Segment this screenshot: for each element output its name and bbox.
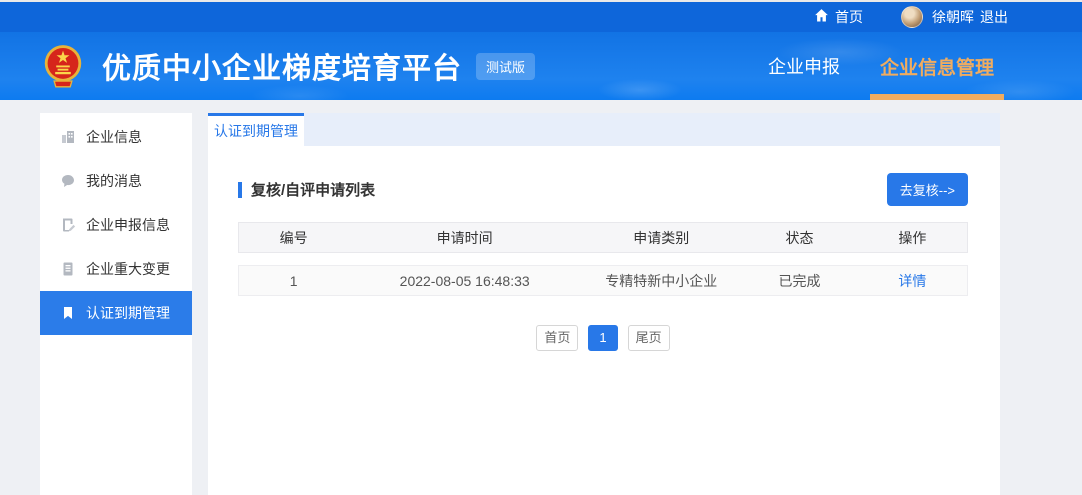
cell-category: 专精特新中小企业 (605, 272, 718, 289)
tab-certification-expiry[interactable]: 认证到期管理 (208, 113, 304, 146)
app-window: 首页 徐朝晖 退出 优质中小企业梯度培育平台 测试版 企业申报 企业信息管理 企… (0, 0, 1082, 495)
sidebar-item-certification-expiry[interactable]: 认证到期管理 (40, 291, 192, 335)
section-header: 复核/自评申请列表 去复核--> (238, 173, 968, 206)
sidebar-item-enterprise-info[interactable]: 企业信息 (40, 115, 192, 159)
sidebar-item-major-changes[interactable]: 企业重大变更 (40, 247, 192, 291)
topbar-user[interactable]: 徐朝晖 退出 (901, 6, 1008, 28)
sidebar: 企业信息 我的消息 企业申报信息 企业重大变更 认证到期管理 (40, 113, 192, 495)
detail-link[interactable]: 详情 (898, 273, 926, 289)
user-avatar (901, 6, 923, 28)
header-nav: 企业申报 企业信息管理 (768, 32, 1005, 100)
sidebar-item-label: 认证到期管理 (86, 305, 170, 321)
pagination-last-button[interactable]: 尾页 (627, 325, 670, 351)
sidebar-item-label: 企业重大变更 (86, 261, 170, 277)
sidebar-item-my-messages[interactable]: 我的消息 (40, 159, 192, 203)
column-header-status: 状态 (785, 229, 814, 246)
username: 徐朝晖 (932, 9, 974, 25)
table-header-row: 编号 申请时间 申请类别 状态 操作 (238, 222, 968, 253)
national-emblem-icon (38, 41, 88, 91)
nav-enterprise-declare[interactable]: 企业申报 (768, 32, 840, 100)
message-icon (60, 173, 76, 189)
page-body: 企业信息 我的消息 企业申报信息 企业重大变更 认证到期管理 认证到期管理 复核… (0, 100, 1082, 495)
brand-header: 优质中小企业梯度培育平台 测试版 企业申报 企业信息管理 (0, 32, 1082, 100)
topbar-home-label: 首页 (835, 9, 863, 25)
declare-doc-icon (60, 217, 76, 233)
pagination-current-page[interactable]: 1 (588, 325, 618, 351)
sidebar-item-declaration-info[interactable]: 企业申报信息 (40, 203, 192, 247)
beta-badge: 测试版 (476, 52, 536, 80)
content-inner: 复核/自评申请列表 去复核--> 编号 申请时间 申请类别 状态 操作 1 20… (208, 146, 1000, 351)
tab-strip: 认证到期管理 (208, 113, 1000, 146)
cell-no: 1 (289, 272, 298, 289)
content-panel: 认证到期管理 复核/自评申请列表 去复核--> 编号 申请时间 申请类别 状态 … (208, 113, 1000, 495)
bookmark-icon (60, 305, 76, 321)
topbar: 首页 徐朝晖 退出 (0, 0, 1082, 32)
sidebar-item-label: 企业申报信息 (86, 217, 170, 233)
platform-title: 优质中小企业梯度培育平台 (102, 53, 463, 85)
building-icon (60, 129, 76, 145)
pagination-first-button[interactable]: 首页 (536, 325, 579, 351)
sidebar-item-label: 我的消息 (86, 173, 142, 189)
title-accent-bar (238, 181, 242, 198)
cell-apply-time: 2022-08-05 16:48:33 (399, 272, 530, 289)
pagination: 首页 1 尾页 (238, 325, 968, 351)
applications-table: 编号 申请时间 申请类别 状态 操作 1 2022-08-05 16:48:33… (238, 222, 968, 296)
logout-link[interactable]: 退出 (980, 7, 1008, 27)
topbar-home-link[interactable]: 首页 (814, 7, 863, 27)
change-doc-icon (60, 261, 76, 277)
sidebar-item-label: 企业信息 (86, 129, 142, 145)
column-header-action: 操作 (898, 229, 927, 246)
column-header-apply-time: 申请时间 (436, 229, 493, 246)
go-review-button[interactable]: 去复核--> (886, 173, 968, 206)
home-icon (814, 8, 829, 26)
cell-status: 已完成 (778, 272, 821, 289)
table-row: 1 2022-08-05 16:48:33 专精特新中小企业 已完成 详情 (238, 265, 968, 296)
section-title: 复核/自评申请列表 (251, 182, 376, 199)
nav-enterprise-info-mgmt[interactable]: 企业信息管理 (869, 32, 1005, 100)
column-header-category: 申请类别 (633, 229, 690, 246)
column-header-no: 编号 (279, 229, 308, 246)
